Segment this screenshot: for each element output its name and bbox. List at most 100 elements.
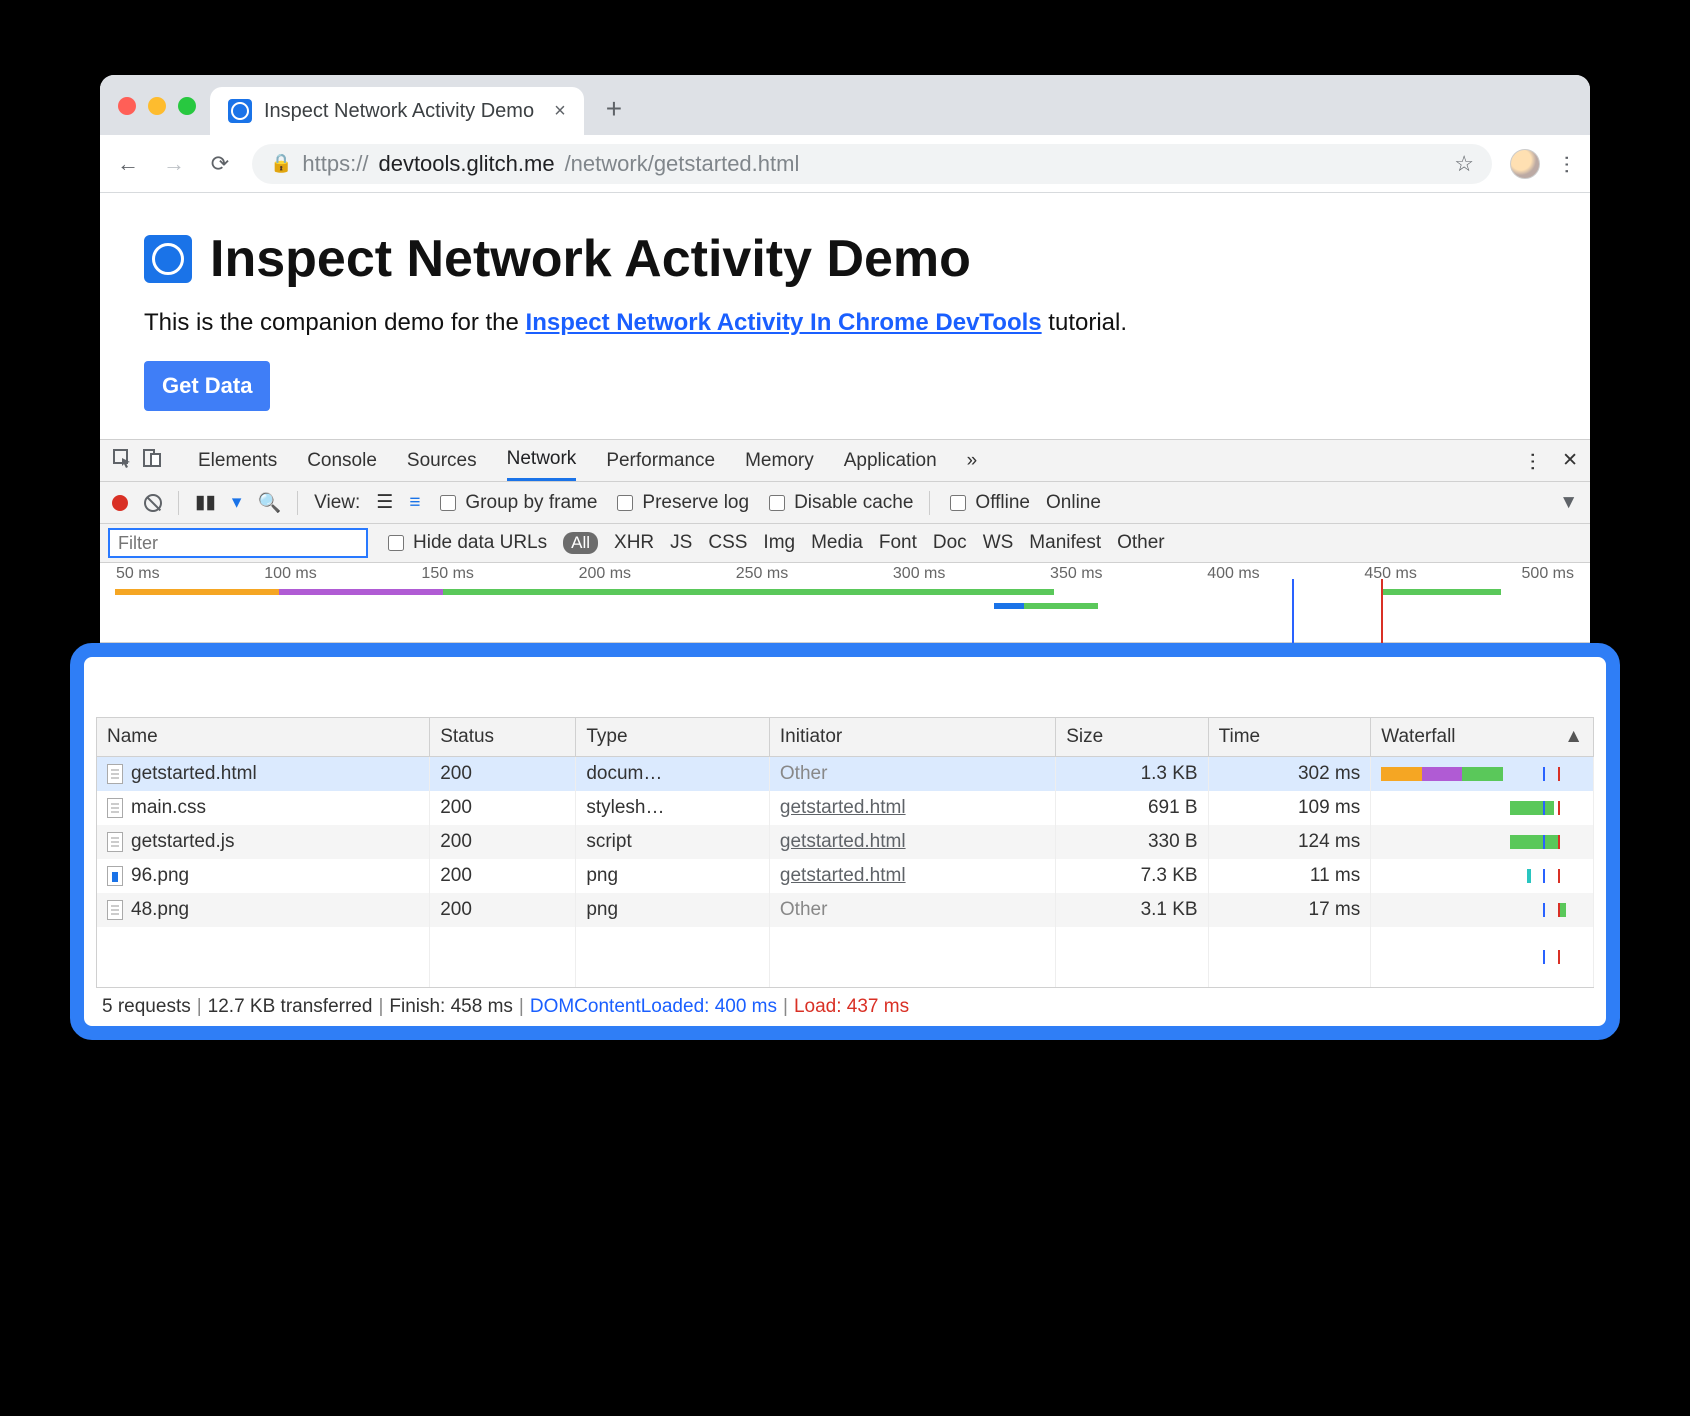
reload-button[interactable]: ⟳ (206, 151, 234, 177)
status-domcontentloaded: DOMContentLoaded: 400 ms (530, 996, 777, 1018)
group-by-frame-checkbox[interactable]: Group by frame (436, 492, 597, 514)
cell-size: 1.3 KB (1056, 757, 1208, 792)
overview-chart (100, 585, 1590, 639)
network-filterbar: Hide data URLs All XHR JS CSS Img Media … (100, 524, 1590, 563)
tab-application[interactable]: Application (844, 442, 937, 480)
cell-size: 7.3 KB (1056, 859, 1208, 893)
col-waterfall[interactable]: Waterfall (1371, 718, 1594, 757)
cell-name: 48.png (97, 893, 430, 927)
waterfall-bar (1381, 900, 1583, 920)
status-transferred: 12.7 KB transferred (208, 996, 373, 1018)
tab-network[interactable]: Network (507, 440, 577, 481)
cell-status: 200 (430, 859, 576, 893)
back-button[interactable]: ← (114, 151, 142, 177)
tabstrip: Inspect Network Activity Demo × + (100, 75, 1590, 135)
cell-size: 691 B (1056, 791, 1208, 825)
view-label: View: (314, 492, 360, 514)
get-data-button[interactable]: Get Data (144, 361, 270, 411)
tab-memory[interactable]: Memory (745, 442, 814, 480)
col-initiator[interactable]: Initiator (769, 718, 1055, 757)
select-element-icon[interactable] (112, 448, 132, 474)
devtools-close-icon[interactable]: ✕ (1562, 449, 1578, 472)
devtools-panel: Elements Console Sources Network Perform… (100, 439, 1590, 1040)
type-filter-css[interactable]: CSS (708, 532, 747, 554)
table-row[interactable]: main.css200stylesh…getstarted.html691 B1… (97, 791, 1594, 825)
table-row[interactable]: 48.png200pngOther3.1 KB17 ms (97, 893, 1594, 927)
type-filter-doc[interactable]: Doc (933, 532, 967, 554)
offline-checkbox[interactable]: Offline (946, 492, 1030, 514)
type-filter-img[interactable]: Img (763, 532, 795, 554)
type-filter-ws[interactable]: WS (983, 532, 1014, 554)
col-status[interactable]: Status (430, 718, 576, 757)
initiator-link[interactable]: getstarted.html (780, 831, 906, 852)
devtools-menu-icon[interactable]: ⋯ (1521, 452, 1546, 470)
file-icon (107, 900, 123, 920)
initiator-text: Other (780, 899, 828, 920)
tutorial-link[interactable]: Inspect Network Activity In Chrome DevTo… (526, 309, 1042, 336)
tabs-overflow-icon[interactable]: » (967, 450, 978, 472)
close-window-icon[interactable] (118, 97, 136, 115)
filter-icon[interactable]: ▾ (232, 491, 242, 514)
type-filter-media[interactable]: Media (811, 532, 863, 554)
waterfall-bar (1381, 832, 1583, 852)
file-icon (107, 798, 123, 818)
address-bar[interactable]: 🔒 https://devtools.glitch.me/network/get… (252, 144, 1492, 184)
bookmark-icon[interactable]: ☆ (1454, 151, 1474, 177)
initiator-link[interactable]: getstarted.html (780, 865, 906, 886)
minimize-window-icon[interactable] (148, 97, 166, 115)
type-filter-xhr[interactable]: XHR (614, 532, 654, 554)
type-filter-font[interactable]: Font (879, 532, 917, 554)
divider (929, 491, 930, 515)
type-filter-all[interactable]: All (563, 532, 598, 554)
devtools-tablist: Elements Console Sources Network Perform… (100, 440, 1590, 482)
cell-initiator: getstarted.html (769, 825, 1055, 859)
forward-button[interactable]: → (160, 151, 188, 177)
overview-timeline: 50 ms 100 ms 150 ms 200 ms 250 ms 300 ms… (100, 563, 1590, 585)
table-row[interactable]: getstarted.js200scriptgetstarted.html330… (97, 825, 1594, 859)
tab-performance[interactable]: Performance (606, 442, 715, 480)
cell-type: stylesh… (576, 791, 770, 825)
type-filter-manifest[interactable]: Manifest (1029, 532, 1101, 554)
table-row[interactable]: getstarted.html200docum…Other1.3 KB302 m… (97, 757, 1594, 792)
tab-title: Inspect Network Activity Demo (264, 100, 534, 123)
browser-menu-icon[interactable]: ⋯ (1555, 155, 1580, 173)
preserve-log-checkbox[interactable]: Preserve log (613, 492, 749, 514)
browser-tab[interactable]: Inspect Network Activity Demo × (210, 87, 584, 135)
throttling-select[interactable]: Online (1046, 492, 1101, 514)
status-finish: Finish: 458 ms (389, 996, 513, 1018)
col-type[interactable]: Type (576, 718, 770, 757)
file-icon (107, 764, 123, 784)
search-icon[interactable]: 🔍 (257, 491, 281, 515)
type-filter-js[interactable]: JS (670, 532, 692, 554)
new-tab-button[interactable]: + (606, 93, 622, 125)
profile-avatar[interactable] (1510, 149, 1540, 179)
network-settings-icon[interactable]: ▼ (1559, 492, 1578, 514)
disable-cache-checkbox[interactable]: Disable cache (765, 492, 913, 514)
cell-time: 17 ms (1208, 893, 1371, 927)
clear-icon[interactable] (144, 494, 162, 512)
tab-elements[interactable]: Elements (198, 442, 277, 480)
table-row-empty (97, 927, 1594, 987)
col-size[interactable]: Size (1056, 718, 1208, 757)
maximize-window-icon[interactable] (178, 97, 196, 115)
network-overview[interactable]: 50 ms 100 ms 150 ms 200 ms 250 ms 300 ms… (100, 563, 1590, 643)
record-icon[interactable] (112, 495, 128, 511)
page-description: This is the companion demo for the Inspe… (144, 309, 1546, 337)
device-toggle-icon[interactable] (142, 448, 162, 474)
type-filter-other[interactable]: Other (1117, 532, 1165, 554)
cell-type: png (576, 859, 770, 893)
initiator-link[interactable]: getstarted.html (780, 797, 906, 818)
close-tab-icon[interactable]: × (554, 100, 566, 123)
hide-data-urls-checkbox[interactable]: Hide data URLs (384, 532, 547, 554)
camera-icon[interactable]: ▮▮ (195, 491, 216, 514)
cell-waterfall (1371, 893, 1594, 927)
tab-sources[interactable]: Sources (407, 442, 477, 480)
filter-input[interactable] (108, 528, 368, 558)
col-name[interactable]: Name (97, 718, 430, 757)
table-row[interactable]: 96.png200pnggetstarted.html7.3 KB11 ms (97, 859, 1594, 893)
cell-size: 330 B (1056, 825, 1208, 859)
col-time[interactable]: Time (1208, 718, 1371, 757)
large-rows-icon[interactable]: ☰ (376, 491, 393, 514)
tab-console[interactable]: Console (307, 442, 377, 480)
overview-icon[interactable]: ≡ (409, 492, 420, 514)
